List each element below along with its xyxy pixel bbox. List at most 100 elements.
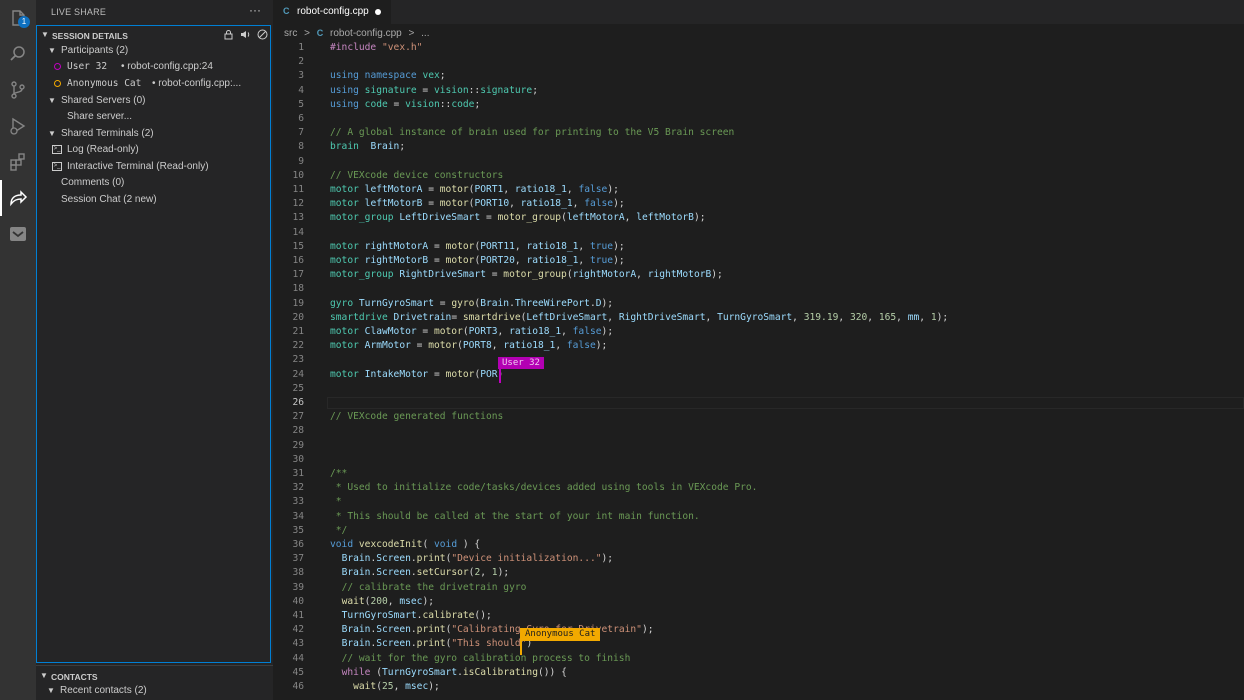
breadcrumb-file[interactable]: robot-config.cpp [330, 28, 402, 39]
code-line: 16 motor rightMotorB = motor(PORT20, rati… [292, 255, 625, 266]
chevron-down-icon: ▼ [40, 671, 48, 680]
extensions-button[interactable] [0, 144, 36, 180]
more-actions-button[interactable]: ··· [249, 3, 261, 17]
explorer-button[interactable]: 1 [0, 0, 36, 36]
source-control-button[interactable] [0, 72, 36, 108]
participant-user32[interactable]: User 32 • robot-config.cpp:24 [37, 59, 272, 75]
session-toolbar [223, 29, 268, 40]
code-line: 43 Brain.Screen.print("This should") [292, 638, 533, 650]
code-line: 7// A global instance of brain used for … [298, 127, 735, 139]
code-line: 45 while (TurnGyroSmart.isCalibrating())… [292, 666, 567, 678]
terminal-interactive[interactable]: >_ Interactive Terminal (Read-only) [37, 159, 272, 175]
search-icon [10, 46, 25, 61]
unsaved-dot-icon[interactable] [375, 9, 381, 15]
code-line: 39 // calibrate the drivetrain gyro [292, 581, 527, 593]
breadcrumb-symbols[interactable]: ... [421, 28, 429, 39]
chevron-down-icon: ▼ [48, 96, 56, 105]
code-line: 33 * [292, 496, 342, 508]
code-line: 8 brain Brain; [298, 141, 406, 153]
code-line: 21 motor ClawMotor = motor(PORT3, ratio18… [292, 326, 614, 337]
shared-terminals-group[interactable]: ▼ Shared Terminals (2) [37, 126, 272, 142]
participant-name: Anonymous Cat [67, 78, 142, 89]
code-line: 38 Brain.Screen.setCursor(2, 1); [292, 567, 510, 579]
session-details-panel: ▼ SESSION DETAILS ▼ Participants (2) Use… [36, 25, 271, 663]
code-line: 46 wait(25, msec); [292, 681, 440, 692]
code-line: 6 [298, 113, 304, 124]
code-line: 29 [292, 439, 304, 451]
comments-item[interactable]: Comments (0) [37, 175, 272, 191]
code-line: 13 motor_group LeftDriveSmart = motor_gro… [292, 212, 706, 224]
sidebar-header: LIVE SHARE ··· [36, 0, 273, 24]
inbox-button[interactable] [0, 216, 36, 252]
code-line: 42 Brain.Screen.print("Calibrating Gyro … [292, 624, 654, 636]
run-debug-button[interactable] [0, 108, 36, 144]
code-line: 36 void vexcodeInit( void ) { [292, 539, 481, 550]
breadcrumb-src[interactable]: src [284, 28, 297, 39]
code-line: 24motor IntakeMotor = motor(POR) [292, 368, 503, 380]
code-line: 35 */ [292, 524, 348, 536]
user-status-icon [54, 80, 61, 87]
tab-robot-config[interactable]: C robot-config.cpp [273, 0, 391, 24]
contacts-header[interactable]: ▼ CONTACTS [36, 668, 273, 684]
session-details-label: SESSION DETAILS [52, 31, 128, 41]
session-chat-label: Session Chat (2 new) [61, 194, 157, 205]
code-line: 4 using signature = vision::signature; [298, 84, 538, 96]
extensions-icon [10, 153, 25, 171]
code-line: 30 [292, 453, 304, 465]
code-line: 37 Brain.Screen.print("Device initializa… [292, 553, 614, 565]
cpp-file-icon: C [316, 28, 324, 38]
chevron-right-icon: > [408, 28, 415, 39]
cursor-flag-anonymous-cat: Anonymous Cat [520, 628, 601, 641]
session-chat-item[interactable]: Session Chat (2 new) [37, 192, 272, 208]
code-line: 2 [298, 56, 304, 68]
share-server-item[interactable]: Share server... [37, 109, 272, 125]
code-line: 14 [292, 226, 304, 238]
terminal-log[interactable]: >_ Log (Read-only) [37, 142, 272, 158]
terminal-label: Log (Read-only) [67, 144, 139, 155]
inbox-icon [10, 227, 26, 241]
live-share-sidebar: LIVE SHARE ··· ▼ SESSION DETAILS ▼ Parti… [36, 0, 273, 700]
cpp-file-icon: C [283, 6, 290, 16]
code-line: 22 motor ArmMotor = motor(PORT8, ratio18_… [292, 340, 608, 352]
participant-anonymous-cat[interactable]: Anonymous Cat • robot-config.cpp:... [37, 76, 272, 92]
shared-servers-label: Shared Servers (0) [61, 95, 146, 106]
tab-bar: C robot-config.cpp [273, 0, 1244, 24]
source-control-icon [11, 81, 25, 99]
participant-location: • robot-config.cpp:24 [121, 61, 213, 72]
current-code-line: 26 [273, 396, 1244, 410]
code-line: 17 motor_group RightDriveSmart = motor_gr… [292, 269, 723, 281]
chevron-down-icon: ▼ [48, 46, 56, 55]
code-line: 32 * Used to initialize code/tasks/devic… [292, 482, 758, 494]
live-share-button[interactable] [0, 180, 36, 216]
sidebar-title: LIVE SHARE [51, 7, 107, 17]
code-line: 23 [292, 354, 304, 366]
code-line: 3 using namespace vex; [298, 70, 446, 82]
share-server-label: Share server... [67, 111, 133, 122]
chevron-down-icon: ▼ [48, 129, 56, 138]
session-details-header[interactable]: ▼ SESSION DETAILS [37, 27, 274, 43]
chevron-right-icon: > [304, 28, 310, 39]
participant-name: User 32 [67, 61, 108, 72]
code-line: 44 // wait for the gyro calibration proc… [292, 652, 631, 664]
audio-icon[interactable] [240, 29, 251, 40]
tab-label: robot-config.cpp [297, 6, 369, 17]
participants-group[interactable]: ▼ Participants (2) [37, 43, 272, 59]
stop-session-icon[interactable] [257, 29, 268, 40]
code-line: 15 motor rightMotorA = motor(PORT11, rati… [292, 240, 625, 252]
code-line: 27// VEXcode generated functions [292, 411, 504, 423]
explorer-badge: 1 [18, 16, 30, 28]
cursor-caret-anonymous-cat [520, 641, 522, 655]
code-line: 34 * This should be called at the start … [292, 510, 700, 522]
participant-location: • robot-config.cpp:... [152, 78, 242, 89]
search-button[interactable] [0, 36, 36, 72]
recent-contacts-group[interactable]: ▼ Recent contacts (2) [36, 683, 271, 699]
contacts-label: CONTACTS [51, 672, 98, 682]
run-debug-icon [10, 117, 26, 135]
code-line: 10// VEXcode device constructors [292, 169, 504, 181]
shared-servers-group[interactable]: ▼ Shared Servers (0) [37, 93, 272, 109]
lock-icon[interactable] [223, 29, 234, 40]
recent-contacts-label: Recent contacts (2) [60, 685, 147, 696]
code-line: 28 [292, 425, 304, 437]
code-line: 1 #include "vex.h" [298, 42, 423, 53]
terminal-label: Interactive Terminal (Read-only) [67, 161, 209, 172]
